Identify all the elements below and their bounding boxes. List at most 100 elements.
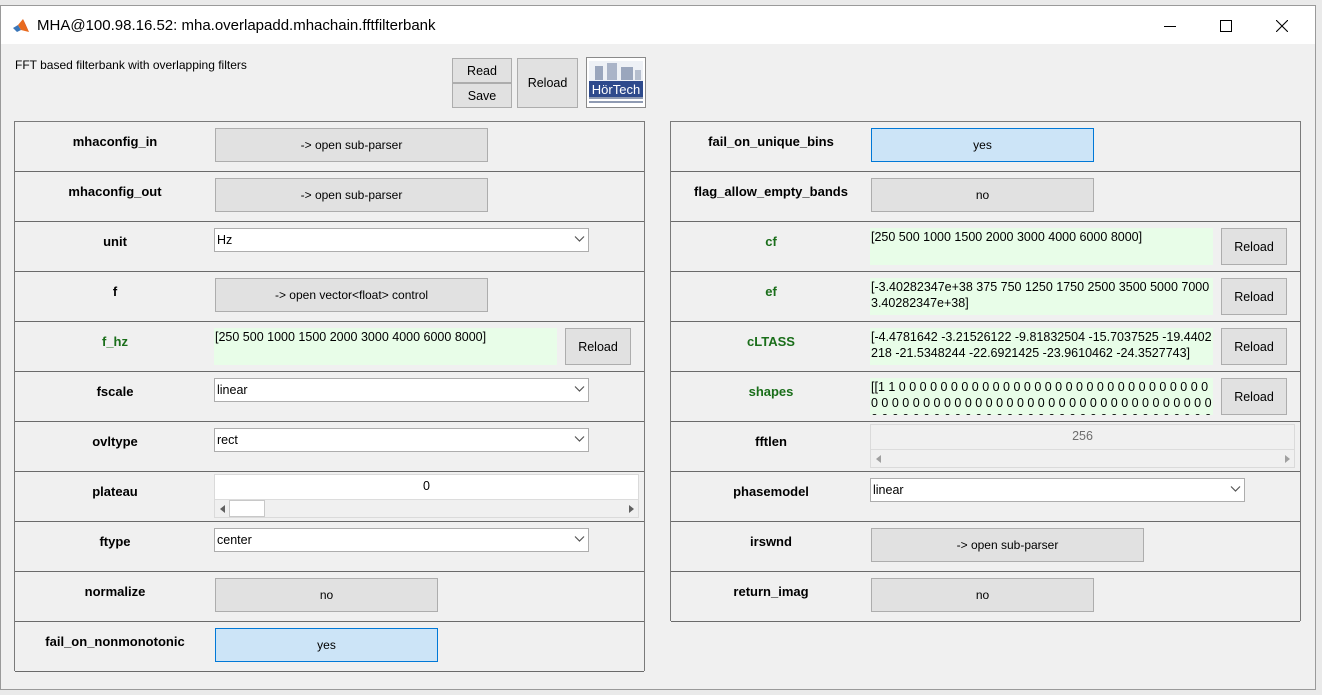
cf-label: cf: [765, 234, 777, 249]
unit-label: unit: [103, 234, 127, 249]
row-cf: cf [250 500 1000 1500 2000 3000 4000 600…: [671, 222, 1300, 272]
caret-right-icon: [628, 504, 634, 513]
row-cltass: cLTASS [-4.4781642 -3.21526122 -9.818325…: [671, 322, 1300, 372]
chevron-down-icon: [1230, 486, 1241, 492]
fftlen-slider[interactable]: 256: [870, 424, 1295, 468]
f-hz-reload-button[interactable]: Reload: [565, 328, 631, 365]
irswnd-open-button[interactable]: -> open sub-parser: [871, 528, 1144, 562]
row-flag-allow-empty-bands: flag_allow_empty_bands no: [671, 172, 1300, 222]
row-normalize: normalize no: [15, 572, 644, 622]
save-button[interactable]: Save: [452, 83, 512, 108]
cltass-reload-button[interactable]: Reload: [1221, 328, 1287, 365]
maximize-button[interactable]: [1203, 12, 1249, 40]
row-shapes: shapes [[1 1 0 0 0 0 0 0 0 0 0 0 0 0 0 0…: [671, 372, 1300, 422]
caret-right-icon: [1284, 454, 1290, 463]
fscale-label: fscale: [96, 384, 134, 399]
row-mhaconfig-out: mhaconfig_out -> open sub-parser: [15, 172, 644, 222]
fail-on-nonmonotonic-label: fail_on_nonmonotonic: [45, 634, 185, 649]
chevron-down-icon: [574, 536, 585, 542]
read-button[interactable]: Read: [452, 58, 512, 83]
cltass-label: cLTASS: [747, 334, 795, 349]
normalize-toggle-button[interactable]: no: [215, 578, 438, 612]
left-parameter-panel: mhaconfig_in -> open sub-parser mhaconfi…: [14, 121, 645, 672]
slider-right-arrow[interactable]: [626, 503, 636, 514]
normalize-label: normalize: [84, 584, 146, 599]
ef-reload-button[interactable]: Reload: [1221, 278, 1287, 315]
mhaconfig-in-label: mhaconfig_in: [72, 134, 158, 149]
row-mhaconfig-in: mhaconfig_in -> open sub-parser: [15, 122, 644, 172]
shapes-label: shapes: [748, 384, 794, 399]
row-f: f -> open vector<float> control: [15, 272, 644, 322]
row-ovltype: ovltype rect: [15, 422, 644, 472]
mhaconfig-in-open-button[interactable]: -> open sub-parser: [215, 128, 488, 162]
phasemodel-label: phasemodel: [733, 484, 809, 499]
logo-text: HörTech: [591, 82, 641, 97]
chevron-down-icon: [574, 436, 585, 442]
plateau-slider-thumb[interactable]: [229, 500, 265, 517]
slider-right-arrow[interactable]: [1282, 453, 1292, 464]
mhaconfig-out-open-button[interactable]: -> open sub-parser: [215, 178, 488, 212]
fail-on-nonmonotonic-toggle-button[interactable]: yes: [215, 628, 438, 662]
row-unit: unit Hz: [15, 222, 644, 272]
fftlen-value: 256: [1072, 429, 1093, 443]
chevron-down-icon: [574, 236, 585, 242]
row-f-hz: f_hz [250 500 1000 1500 2000 3000 4000 6…: [15, 322, 644, 372]
return-imag-toggle-button[interactable]: no: [871, 578, 1094, 612]
chevron-down-icon: [574, 386, 585, 392]
hoertech-logo: HörTech: [586, 57, 646, 108]
plateau-label: plateau: [92, 484, 138, 499]
return-imag-label: return_imag: [733, 584, 809, 599]
fftlen-label: fftlen: [755, 434, 787, 449]
phasemodel-dropdown[interactable]: linear: [870, 478, 1245, 502]
f-hz-label: f_hz: [102, 334, 128, 349]
ovltype-label: ovltype: [92, 434, 138, 449]
ftype-dropdown[interactable]: center: [214, 528, 589, 552]
irswnd-label: irswnd: [750, 534, 792, 549]
plugin-description: FFT based filterbank with overlapping fi…: [15, 58, 247, 72]
unit-dropdown[interactable]: Hz: [214, 228, 589, 252]
shapes-text-field[interactable]: [[1 1 0 0 0 0 0 0 0 0 0 0 0 0 0 0 0 0 0 …: [870, 378, 1213, 415]
slider-left-arrow[interactable]: [873, 453, 883, 464]
f-hz-text-field[interactable]: [250 500 1000 1500 2000 3000 4000 6000 8…: [214, 328, 557, 365]
ftype-label: ftype: [99, 534, 131, 549]
right-parameter-panel: fail_on_unique_bins yes flag_allow_empty…: [670, 121, 1301, 622]
ef-text-field[interactable]: [-3.40282347e+38 375 750 1250 1750 2500 …: [870, 278, 1213, 315]
row-irswnd: irswnd -> open sub-parser: [671, 522, 1300, 572]
reload-button[interactable]: Reload: [517, 58, 578, 108]
minimize-icon: [1164, 26, 1176, 27]
ovltype-dropdown[interactable]: rect: [214, 428, 589, 452]
flag-allow-empty-bands-toggle-button[interactable]: no: [871, 178, 1094, 212]
plateau-slider-track[interactable]: [215, 499, 638, 517]
fftfilterbank-window: MHA@100.98.16.52: mha.overlapadd.mhachai…: [0, 5, 1316, 690]
plateau-slider[interactable]: 0: [214, 474, 639, 518]
ftype-value: center: [217, 533, 252, 547]
title-bar[interactable]: MHA@100.98.16.52: mha.overlapadd.mhachai…: [1, 6, 1315, 44]
cf-reload-button[interactable]: Reload: [1221, 228, 1287, 265]
fscale-dropdown[interactable]: linear: [214, 378, 589, 402]
fftlen-slider-track[interactable]: [871, 449, 1294, 467]
row-return-imag: return_imag no: [671, 572, 1300, 622]
row-fail-on-nonmonotonic: fail_on_nonmonotonic yes: [15, 622, 644, 672]
row-fscale: fscale linear: [15, 372, 644, 422]
unit-value: Hz: [217, 233, 233, 247]
cf-text-field[interactable]: [250 500 1000 1500 2000 3000 4000 6000 8…: [870, 228, 1213, 265]
caret-left-icon: [875, 454, 881, 463]
maximize-icon: [1220, 20, 1232, 32]
f-open-vector-button[interactable]: -> open vector<float> control: [215, 278, 488, 312]
cltass-text-field[interactable]: [-4.4781642 -3.21526122 -9.81832504 -15.…: [870, 328, 1213, 365]
minimize-button[interactable]: [1147, 12, 1193, 40]
mhaconfig-out-label: mhaconfig_out: [68, 184, 162, 199]
ovltype-value: rect: [217, 433, 238, 447]
row-phasemodel: phasemodel linear: [671, 472, 1300, 522]
flag-allow-empty-bands-label: flag_allow_empty_bands: [694, 184, 848, 199]
f-label: f: [112, 284, 118, 299]
matlab-logo-icon: [13, 19, 29, 32]
close-button[interactable]: [1259, 12, 1305, 40]
shapes-reload-button[interactable]: Reload: [1221, 378, 1287, 415]
fail-on-unique-bins-toggle-button[interactable]: yes: [871, 128, 1094, 162]
fail-on-unique-bins-label: fail_on_unique_bins: [708, 134, 834, 149]
slider-left-arrow[interactable]: [217, 503, 227, 514]
close-icon: [1276, 20, 1288, 32]
fscale-value: linear: [217, 383, 248, 397]
ef-label: ef: [765, 284, 777, 299]
